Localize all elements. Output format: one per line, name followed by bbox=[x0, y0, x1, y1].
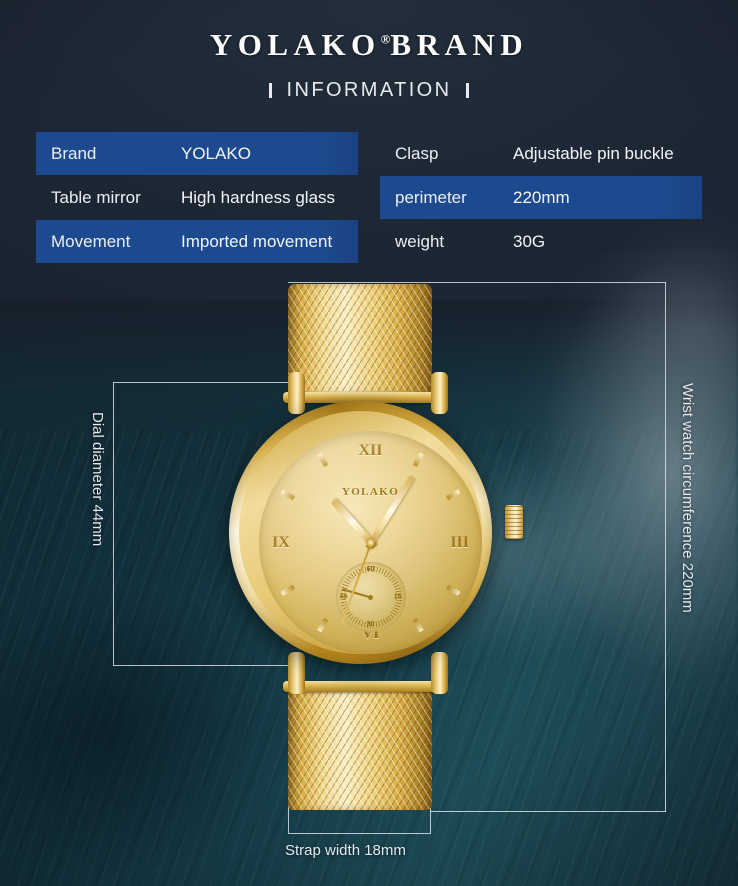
product-infographic: YOLAKO®BRAND INFORMATION Brand YOLAKO Ta… bbox=[0, 0, 738, 886]
watch-strap-bottom bbox=[288, 690, 432, 810]
hour-index-icon bbox=[317, 617, 329, 633]
watch-lug bbox=[288, 372, 305, 414]
dial-brand-text: YOLAKO bbox=[341, 486, 400, 498]
hour-index-icon bbox=[445, 584, 461, 596]
numeral-three: III bbox=[450, 533, 469, 551]
watch-lug-bar-bottom bbox=[283, 681, 437, 692]
hour-index-icon bbox=[317, 452, 329, 468]
subdial-mark-top: 60 bbox=[366, 566, 375, 573]
hour-index-icon bbox=[412, 617, 424, 633]
watch-subdial: 60 15 30 45 bbox=[335, 562, 406, 632]
hour-index-icon bbox=[280, 489, 296, 501]
subdial-pin bbox=[368, 594, 373, 600]
hour-index-icon bbox=[445, 489, 461, 501]
hands-center-pin bbox=[366, 538, 375, 547]
watch-bezel: XII III VI IX YOLAKO 60 15 30 45 bbox=[239, 411, 482, 654]
watch-dial: XII III VI IX YOLAKO 60 15 30 45 bbox=[259, 431, 482, 654]
subdial-mark-left: 45 bbox=[339, 593, 348, 601]
watch-lug bbox=[288, 652, 305, 694]
watch-product-image: XII III VI IX YOLAKO 60 15 30 45 bbox=[0, 0, 738, 886]
watch-lug bbox=[431, 372, 448, 414]
numeral-twelve: XII bbox=[358, 442, 383, 459]
hour-index-icon bbox=[280, 584, 296, 596]
subdial-mark-bottom: 30 bbox=[366, 621, 375, 628]
watch-strap-top bbox=[288, 284, 432, 396]
numeral-nine: IX bbox=[272, 533, 290, 551]
watch-case: XII III VI IX YOLAKO 60 15 30 45 bbox=[229, 401, 492, 664]
subdial-mark-right: 15 bbox=[393, 593, 402, 601]
watch-lug bbox=[431, 652, 448, 694]
watch-crown bbox=[505, 505, 523, 539]
hour-index-icon bbox=[412, 452, 424, 468]
